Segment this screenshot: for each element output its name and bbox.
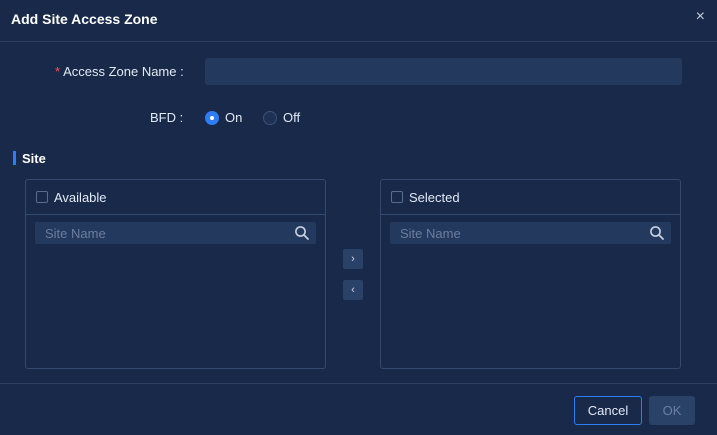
move-left-button[interactable]: ‹ [343, 280, 363, 300]
available-panel-header: Available [26, 180, 325, 215]
chevron-left-icon: ‹ [351, 284, 355, 296]
search-icon[interactable] [294, 225, 310, 241]
bfd-radio-off[interactable]: Off [263, 110, 300, 125]
bfd-radio-on[interactable]: On [205, 110, 242, 125]
available-panel-title: Available [54, 189, 107, 205]
move-right-button[interactable]: › [343, 249, 363, 269]
required-mark: * [55, 64, 61, 79]
add-site-access-zone-dialog: Add Site Access Zone × * Access Zone Name… [0, 0, 717, 435]
site-section-title: Site [22, 151, 46, 166]
dialog-footer: Cancel OK [0, 383, 717, 435]
chevron-right-icon: › [351, 253, 355, 265]
available-search [35, 222, 316, 244]
section-accent-bar [13, 151, 16, 165]
cancel-button[interactable]: Cancel [574, 396, 642, 425]
search-icon[interactable] [649, 225, 665, 241]
radio-unchecked-icon [263, 110, 277, 125]
close-icon[interactable]: × [696, 9, 705, 25]
selected-search-input[interactable] [390, 222, 671, 244]
available-search-input[interactable] [35, 222, 316, 244]
selected-select-all-checkbox[interactable] [391, 191, 403, 203]
access-zone-name-label: * Access Zone Name : [55, 64, 184, 79]
selected-panel-header: Selected [381, 180, 680, 215]
bfd-radio-on-label: On [225, 110, 243, 125]
access-zone-name-label-text: Access Zone Name : [63, 64, 184, 79]
dialog-header: Add Site Access Zone × [0, 0, 717, 42]
available-panel: Available [25, 179, 326, 369]
ok-button[interactable]: OK [649, 396, 695, 425]
selected-panel-title: Selected [409, 189, 460, 205]
bfd-label: BFD : [150, 110, 184, 125]
selected-search [390, 222, 671, 244]
bfd-radio-off-label: Off [283, 110, 301, 125]
available-select-all-checkbox[interactable] [36, 191, 48, 203]
radio-checked-icon [205, 110, 219, 125]
dialog-title: Add Site Access Zone [11, 11, 158, 27]
selected-panel: Selected [380, 179, 681, 369]
access-zone-name-input[interactable] [205, 58, 682, 85]
